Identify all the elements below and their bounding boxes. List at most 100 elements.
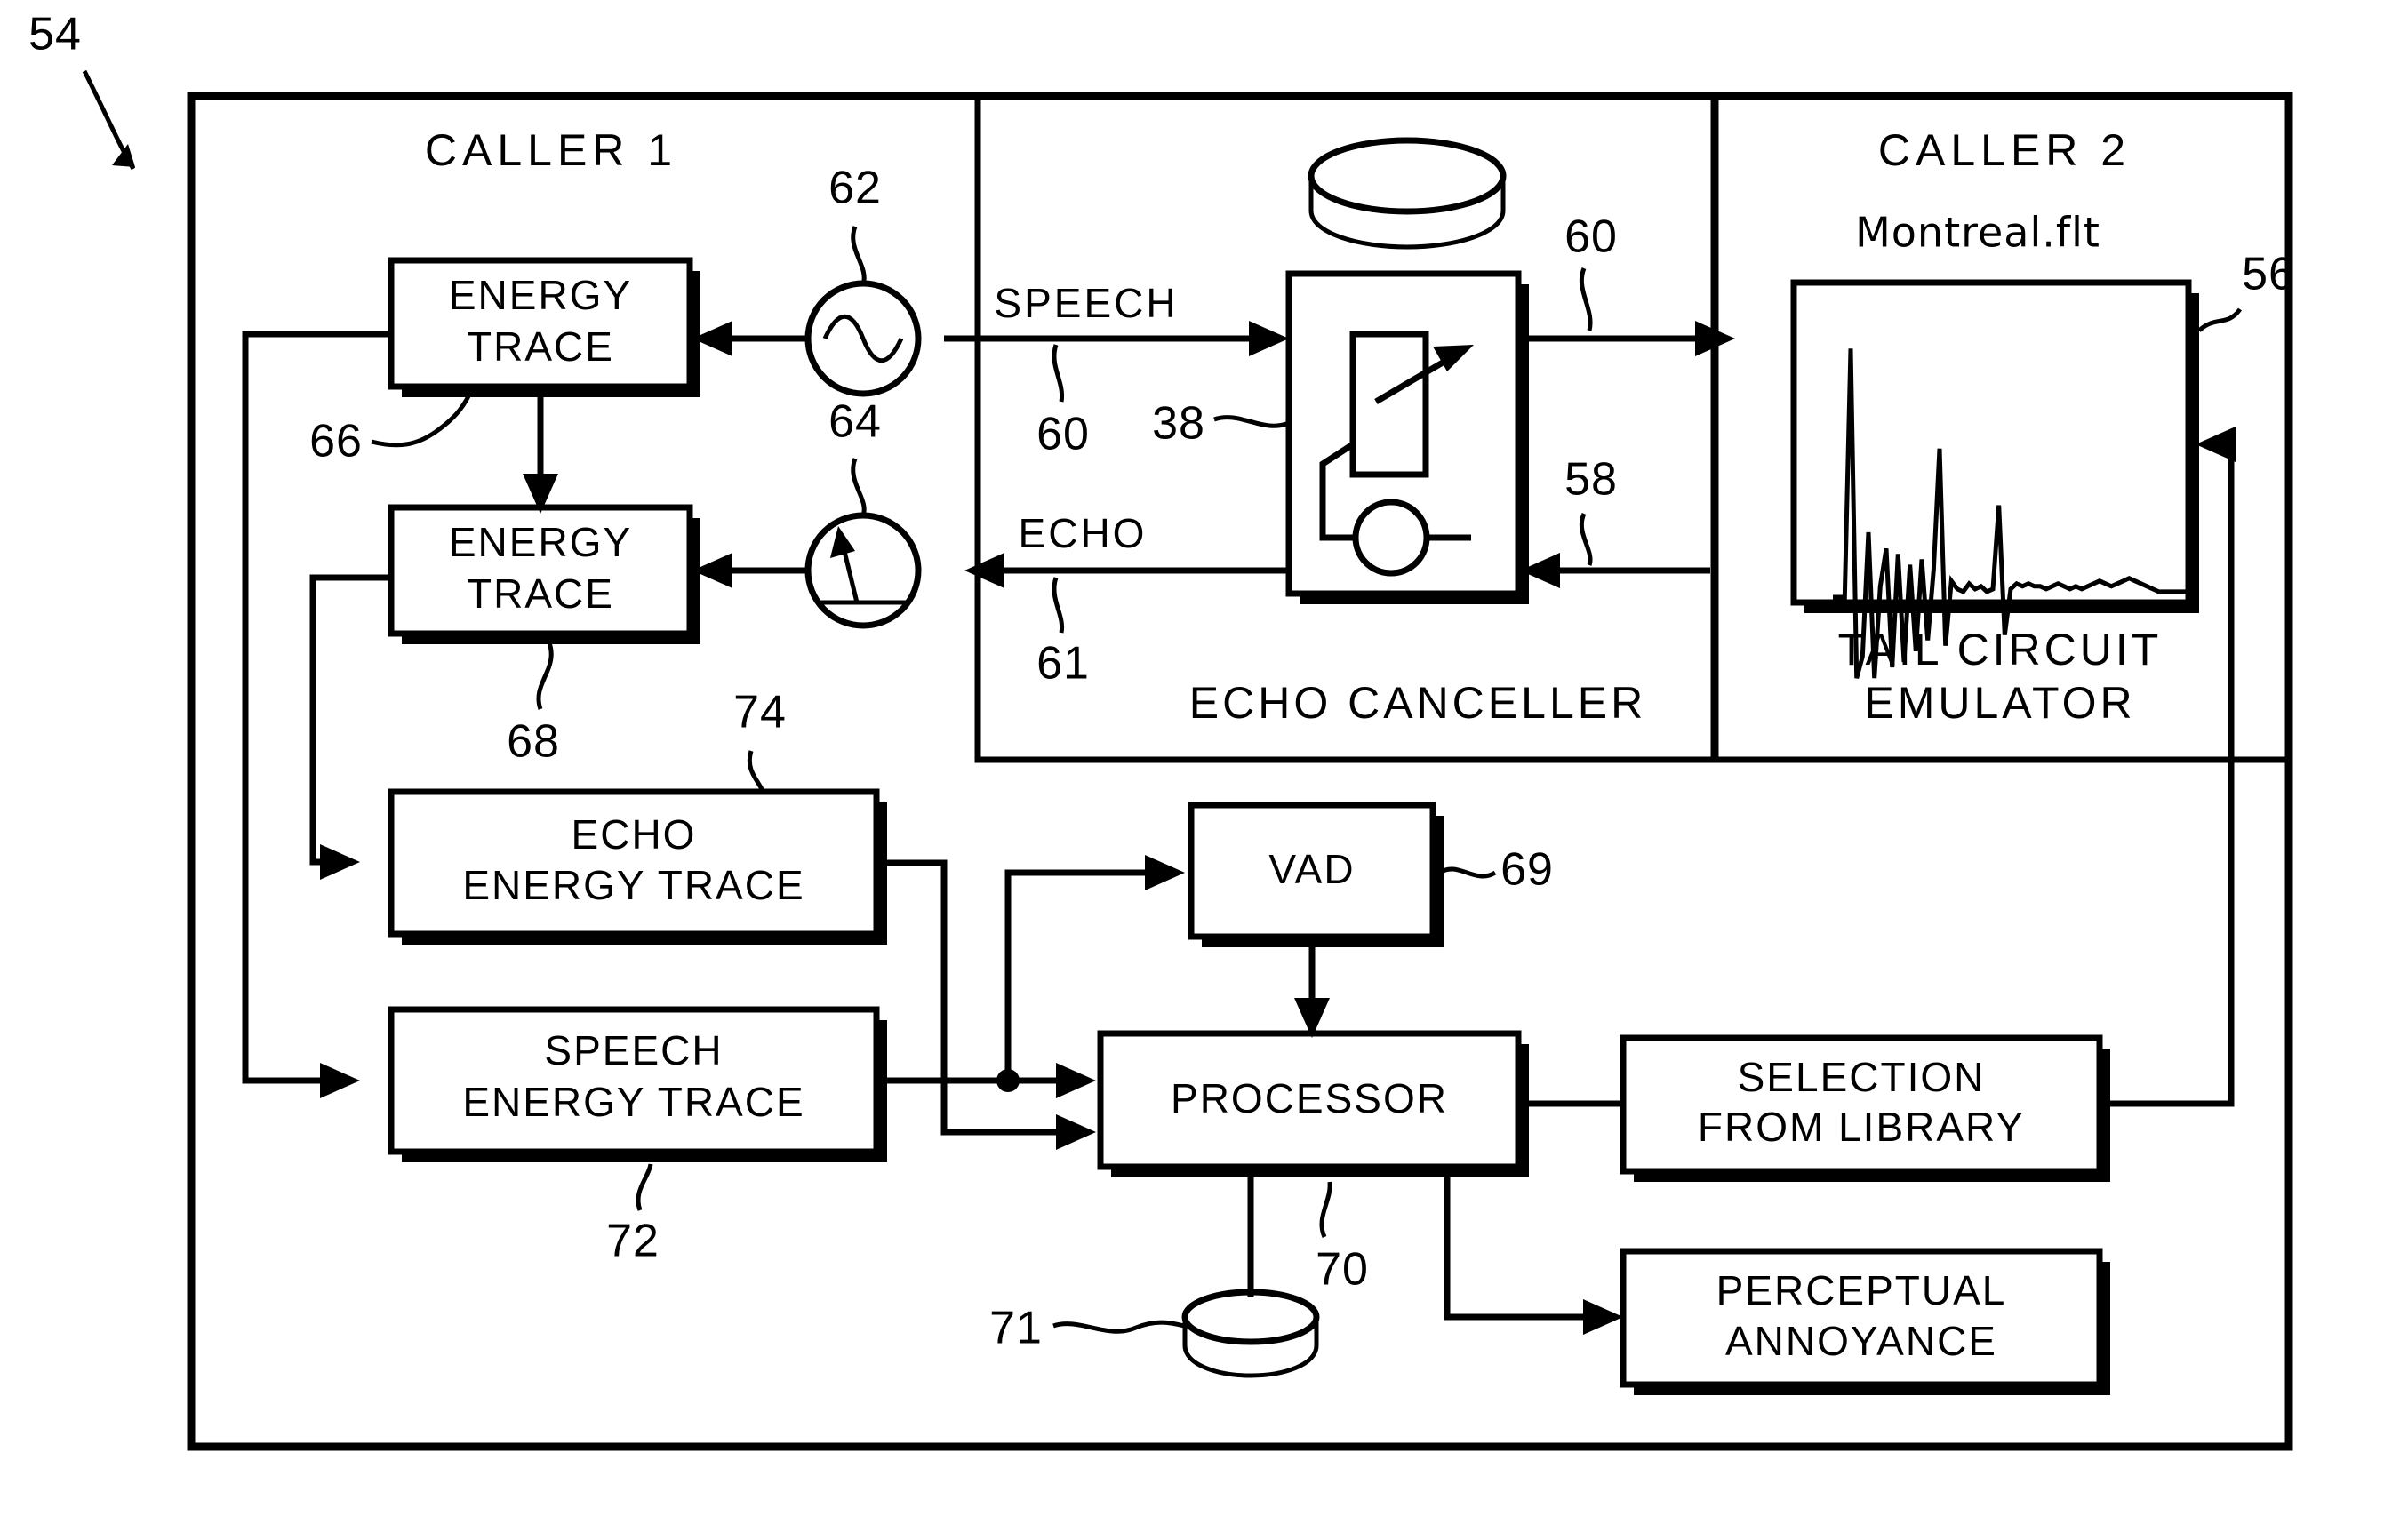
ref-74-label: 74 xyxy=(733,687,787,738)
ref-38-leader xyxy=(1213,415,1290,428)
connector-ec-to-tail-out: 60 xyxy=(1520,211,1735,356)
connector-et1-to-et2 xyxy=(523,397,558,514)
block-vad[interactable]: VAD xyxy=(1188,802,1444,947)
block-speech-energy-trace[interactable]: SPEECH ENERGY TRACE xyxy=(388,1006,887,1162)
ref-74-callout: 74 xyxy=(733,687,787,793)
ref-72-leader xyxy=(636,1163,653,1211)
ref-70-callout: 70 xyxy=(1316,1181,1369,1296)
connector-echo-trace-out xyxy=(887,859,1096,1150)
block-processor[interactable]: PROCESSOR xyxy=(1097,1030,1529,1177)
echo-ref-leader xyxy=(1052,577,1065,634)
summer-icon xyxy=(1352,499,1430,577)
ref-66-label: 66 xyxy=(309,416,363,467)
block-label-line1: VAD xyxy=(1268,846,1355,892)
block-label-line1: ENERGY xyxy=(449,272,632,318)
symbol-database-processor[interactable] xyxy=(1181,1289,1320,1378)
adaptive-filter-icon xyxy=(1349,331,1429,478)
block-label-line2: ENERGY TRACE xyxy=(462,1079,804,1125)
ref-71-callout: 71 xyxy=(989,1303,1185,1354)
ref-68-label: 68 xyxy=(507,716,560,768)
ref-64-leader xyxy=(851,458,867,516)
return-ref-leader xyxy=(1579,512,1593,566)
ref-68-leader xyxy=(536,637,554,710)
connector-vad-to-processor xyxy=(1294,947,1330,1038)
speech-label: SPEECH xyxy=(994,280,1178,326)
ref-66-callout: 66 xyxy=(309,393,472,467)
block-label-line2: TRACE xyxy=(467,323,614,370)
block-label-line1: SPEECH xyxy=(544,1027,723,1073)
block-label-line1: ECHO xyxy=(572,811,697,858)
speech-ref-label: 60 xyxy=(1036,409,1090,460)
block-label-line2: ANNOYANCE xyxy=(1725,1318,1997,1364)
figure-reference-54: 54 xyxy=(28,9,136,171)
out-ref-leader xyxy=(1579,267,1593,331)
ref-64-label: 64 xyxy=(828,396,882,448)
caller2-title: CALLER 2 xyxy=(1878,125,2131,175)
tail-circuit-caption-line2: EMULATOR xyxy=(1864,678,2135,728)
ref-38-callout: 38 xyxy=(1152,398,1290,450)
figure-ref-label: 54 xyxy=(28,9,82,60)
cylinder-database-icon-top xyxy=(1308,137,1507,215)
connector-arrowhead xyxy=(1583,1299,1623,1335)
connector-arrowhead xyxy=(2196,427,2236,462)
return-ref-label: 58 xyxy=(1564,454,1618,506)
ref-70-label: 70 xyxy=(1316,1244,1369,1296)
connector-et2-to-echo-trace xyxy=(309,574,391,880)
ref-69-leader xyxy=(1438,866,1497,879)
ref-69-callout: 69 xyxy=(1438,844,1553,896)
block-tail-circuit-emulator[interactable]: TAIL CIRCUIT EMULATOR xyxy=(1790,279,2199,728)
connector-path-to-processor xyxy=(887,859,1067,1136)
patent-figure: 54 CALLER 1 CALLER 2 Montreal.flt ENERGY… xyxy=(0,0,2408,1532)
ref-64-callout: 64 xyxy=(828,396,882,516)
ref-62-callout: 62 xyxy=(828,163,882,285)
speech-ref-leader xyxy=(1052,344,1065,403)
echo-canceller-caption: ECHO CANCELLER xyxy=(1189,678,1646,728)
figure-canvas: 54 CALLER 1 CALLER 2 Montreal.flt ENERGY… xyxy=(28,9,2295,1451)
ref-71-leader xyxy=(1052,1320,1185,1334)
echo-arrowhead xyxy=(964,553,1004,588)
connector-arrowhead-processor xyxy=(1056,1114,1096,1150)
speech-arrowhead xyxy=(1249,321,1289,356)
connector-processor-to-annoyance xyxy=(1444,1177,1623,1335)
connector-meter-to-et2 xyxy=(692,553,805,588)
block-perceptual-annoyance[interactable]: PERCEPTUAL ANNOYANCE xyxy=(1620,1248,2110,1395)
echo-ref-label: 61 xyxy=(1036,638,1090,690)
ref-70-leader xyxy=(1319,1181,1332,1239)
block-selection-from-library[interactable]: SELECTION FROM LIBRARY xyxy=(1620,1034,2110,1182)
block-label-line2: FROM LIBRARY xyxy=(1698,1104,2025,1150)
connector-path xyxy=(309,574,391,866)
ref-62-label: 62 xyxy=(828,163,882,214)
connector-arrowhead-processor xyxy=(1056,1063,1096,1098)
echo-label: ECHO xyxy=(1019,510,1148,556)
block-label-line2: ENERGY TRACE xyxy=(462,862,804,908)
connector-siggen-to-et1 xyxy=(692,321,805,356)
block-label-line2: TRACE xyxy=(467,571,614,617)
ref-62-leader xyxy=(851,226,867,285)
block-label-line1: ENERGY xyxy=(449,519,632,565)
connector-tail-to-ec-return: 58 xyxy=(1520,454,1710,588)
ref-56-label: 56 xyxy=(2242,249,2295,300)
connector-arrowhead xyxy=(320,844,360,880)
connector-path xyxy=(1444,1177,1594,1321)
block-energy-trace-1[interactable]: ENERGY TRACE xyxy=(388,257,700,397)
block-label-line1: PROCESSOR xyxy=(1171,1075,1448,1121)
signal-echo-bus: ECHO 61 xyxy=(964,510,1287,690)
ref-56-leader xyxy=(2197,307,2243,332)
block-echo-energy-trace[interactable]: ECHO ENERGY TRACE xyxy=(388,788,887,945)
block-label-line1: SELECTION xyxy=(1738,1054,1986,1100)
symbol-signal-generator[interactable] xyxy=(804,280,922,397)
ref-66-leader xyxy=(371,393,472,448)
signal-speech-bus: SPEECH 60 xyxy=(944,280,1289,460)
ref-56-callout: 56 xyxy=(2197,249,2295,332)
symbol-level-meter[interactable] xyxy=(804,512,922,629)
ref-38-label: 38 xyxy=(1152,398,1205,450)
connector-arrowhead xyxy=(320,1063,360,1098)
block-energy-trace-2[interactable]: ENERGY TRACE xyxy=(388,504,700,644)
block-label-line1: PERCEPTUAL xyxy=(1716,1267,2007,1313)
symbol-database-top[interactable] xyxy=(1308,137,1507,250)
ref-71-label: 71 xyxy=(989,1303,1043,1354)
caller2-filename: Montreal.flt xyxy=(1855,209,2100,257)
ref-68-callout: 68 xyxy=(507,637,560,768)
meter-gauge-icon xyxy=(804,512,922,629)
cylinder-database-icon-top xyxy=(1181,1289,1320,1345)
